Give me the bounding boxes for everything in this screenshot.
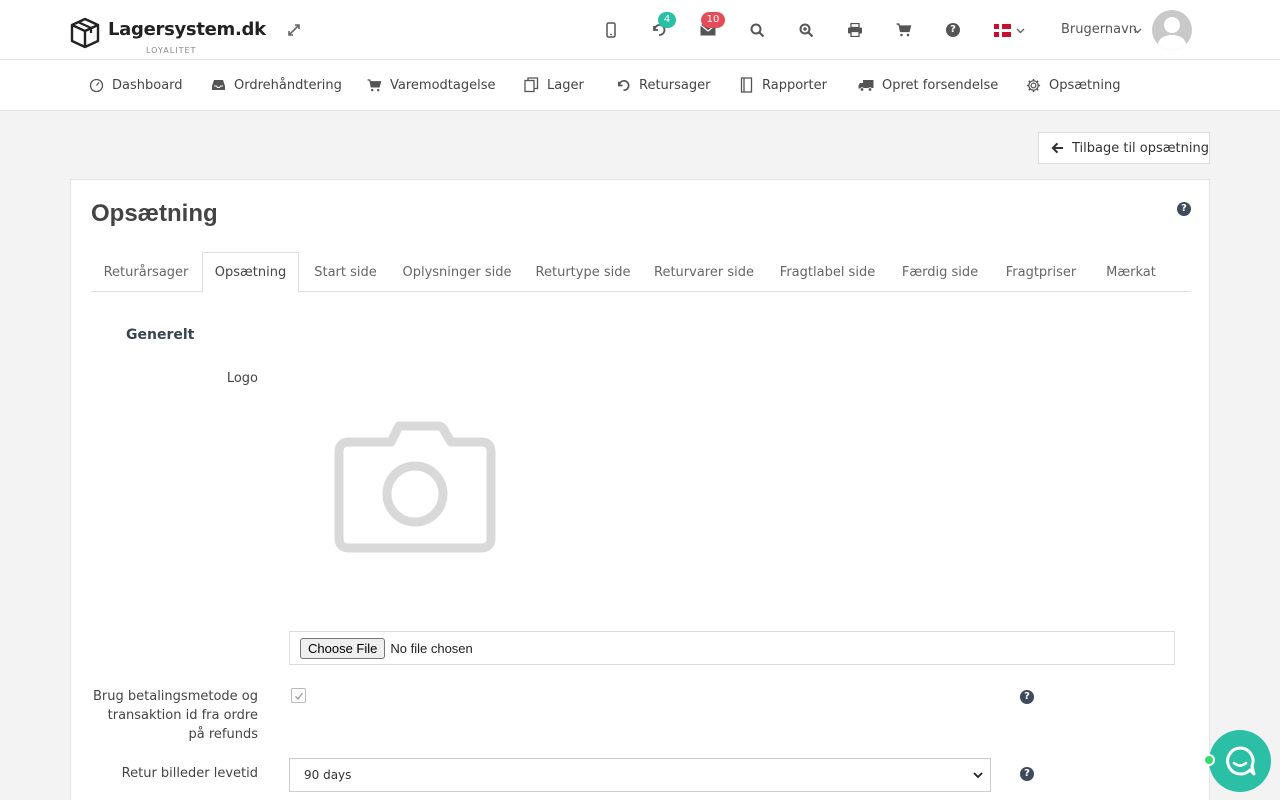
back-to-setup-button[interactable]: Tilbage til opsætning bbox=[1038, 132, 1210, 164]
nav-dashboard[interactable]: Dashboard bbox=[88, 60, 183, 110]
book-icon bbox=[738, 77, 754, 93]
dashboard-icon bbox=[88, 77, 104, 93]
nav-lager[interactable]: Lager bbox=[523, 60, 584, 110]
nav-label: Rapporter bbox=[762, 77, 827, 93]
undo-icon bbox=[615, 77, 631, 93]
camera-placeholder-icon bbox=[334, 421, 496, 553]
chevron-down-icon[interactable] bbox=[1016, 26, 1025, 35]
search-icon[interactable] bbox=[747, 20, 767, 40]
section-title: Generelt bbox=[126, 327, 195, 343]
nav-label: Ordrehåndtering bbox=[234, 77, 342, 93]
checkmark-icon bbox=[294, 692, 303, 700]
settings-panel: Opsætning ? Returårsager Opsætning Start… bbox=[70, 179, 1210, 800]
shopping-cart-icon[interactable] bbox=[894, 20, 914, 40]
nav-rapporter[interactable]: Rapporter bbox=[738, 60, 827, 110]
nav-label: Varemodtagelse bbox=[390, 77, 496, 93]
choose-file-button[interactable]: Choose File bbox=[300, 637, 386, 659]
select-value: 90 days bbox=[304, 768, 352, 782]
copy-icon bbox=[523, 77, 539, 93]
messages-count-badge: 10 bbox=[701, 12, 725, 28]
tab-returvarer-side[interactable]: Returvarer side bbox=[643, 252, 765, 292]
nav-varemodtagelse[interactable]: Varemodtagelse bbox=[366, 60, 495, 110]
tab-fragtpriser[interactable]: Fragtpriser bbox=[991, 252, 1091, 292]
nav-label: Dashboard bbox=[112, 77, 183, 93]
help-icon[interactable]: ? bbox=[943, 20, 963, 40]
payment-label-line: Brug betalingsmetode og bbox=[93, 689, 258, 704]
logo-file-input[interactable]: Choose File No file chosen bbox=[289, 631, 1175, 665]
brand-name: Lagersystem.dk bbox=[108, 19, 266, 40]
payment-method-checkbox[interactable] bbox=[291, 688, 306, 703]
tab-opsaetning[interactable]: Opsætning bbox=[202, 252, 299, 293]
payment-label-line: på refunds bbox=[188, 727, 259, 742]
tab-returarsager[interactable]: Returårsager bbox=[91, 252, 201, 292]
zoom-in-icon[interactable] bbox=[796, 20, 816, 40]
user-menu-chevron-icon[interactable] bbox=[1133, 26, 1142, 35]
returns-count-badge: 4 bbox=[658, 12, 676, 28]
truck-icon bbox=[858, 77, 874, 93]
nav-ordrehandtering[interactable]: Ordrehåndtering bbox=[210, 60, 342, 110]
chevron-down-icon bbox=[973, 772, 983, 779]
print-icon[interactable] bbox=[845, 20, 865, 40]
file-status: No file chosen bbox=[390, 640, 473, 656]
image-lifetime-label: Retur billeder levetid bbox=[121, 766, 258, 781]
mobile-icon[interactable] bbox=[601, 20, 621, 40]
expand-icon[interactable] bbox=[286, 22, 302, 38]
inbox-icon bbox=[210, 77, 226, 93]
cart-icon bbox=[366, 77, 382, 93]
back-button-label: Tilbage til opsætning bbox=[1071, 140, 1209, 156]
settings-tabs: Returårsager Opsætning Start side Oplysn… bbox=[91, 252, 1191, 293]
tab-faerdig-side[interactable]: Færdig side bbox=[890, 252, 990, 292]
logo-label: Logo bbox=[226, 371, 258, 386]
tab-maerkat[interactable]: Mærkat bbox=[1092, 252, 1170, 292]
nav-label: Lager bbox=[547, 77, 584, 93]
username-label[interactable]: Brugernavn bbox=[1061, 22, 1137, 37]
nav-opsaetning[interactable]: Opsætning bbox=[1025, 60, 1120, 110]
gear-icon bbox=[1025, 77, 1041, 93]
payment-method-label: Brug betalingsmetode og transaktion id f… bbox=[93, 687, 258, 744]
nav-label: Opret forsendelse bbox=[882, 77, 999, 93]
main-navigation: Dashboard Ordrehåndtering Varemodtagelse… bbox=[0, 60, 1280, 111]
chat-bubble-icon bbox=[1226, 746, 1256, 776]
nav-opret-forsendelse[interactable]: Opret forsendelse bbox=[858, 60, 998, 110]
top-header: Lagersystem.dk LOYALITET 4 10 ? Brugerna… bbox=[0, 0, 1280, 60]
online-status-dot bbox=[1203, 754, 1215, 766]
tab-returtype-side[interactable]: Returtype side bbox=[524, 252, 642, 292]
nav-label: Retursager bbox=[639, 77, 711, 93]
image-lifetime-help-icon[interactable]: ? bbox=[1020, 767, 1034, 781]
payment-label-line: transaktion id fra ordre bbox=[107, 708, 258, 723]
nav-label: Opsætning bbox=[1049, 77, 1121, 93]
box-logo-icon bbox=[70, 17, 100, 49]
page-title: Opsætning bbox=[91, 200, 218, 227]
page-help-icon[interactable]: ? bbox=[1177, 202, 1191, 216]
nav-retursager[interactable]: Retursager bbox=[615, 60, 710, 110]
brand-tagline: LOYALITET bbox=[146, 46, 197, 55]
image-lifetime-select[interactable]: 90 days bbox=[289, 758, 991, 792]
chat-widget-button[interactable] bbox=[1209, 730, 1271, 792]
arrow-left-icon bbox=[1051, 142, 1064, 154]
payment-help-icon[interactable]: ? bbox=[1020, 690, 1034, 704]
avatar[interactable] bbox=[1152, 10, 1192, 50]
tab-start-side[interactable]: Start side bbox=[301, 252, 390, 292]
tab-oplysninger-side[interactable]: Oplysninger side bbox=[391, 252, 523, 292]
danish-flag-icon[interactable] bbox=[994, 24, 1011, 37]
tab-fragtlabel-side[interactable]: Fragtlabel side bbox=[767, 252, 888, 292]
